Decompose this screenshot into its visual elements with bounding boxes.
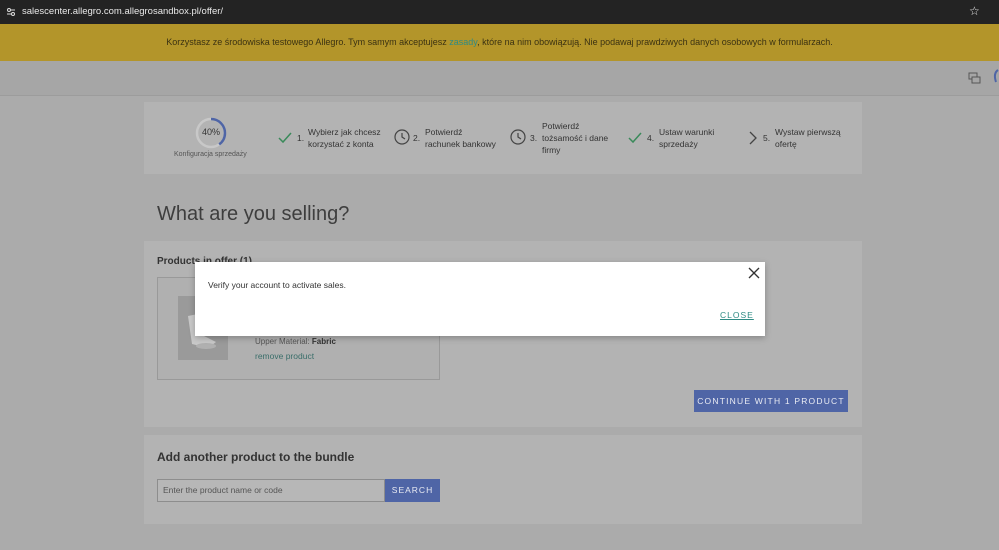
- step-4-number: 4.: [647, 133, 655, 143]
- modal-message: Verify your account to activate sales.: [208, 280, 346, 290]
- product-attribute: Upper Material: Fabric: [255, 337, 336, 346]
- search-button[interactable]: SEARCH: [385, 479, 440, 502]
- remove-product-link[interactable]: remove product: [255, 351, 314, 361]
- check-icon: [628, 132, 642, 144]
- step-4-line2: sprzedaży: [659, 139, 698, 149]
- step-3-line3: firmy: [542, 145, 561, 155]
- step-2-number: 2.: [413, 133, 421, 143]
- step-5-line1: Wystaw pierwszą: [775, 127, 841, 137]
- browser-address-bar[interactable]: salescenter.allegro.com.allegrosandbox.p…: [0, 0, 999, 24]
- hand-cursor-icon: [993, 69, 999, 83]
- page-title: What are you selling?: [157, 203, 350, 225]
- product-search-input[interactable]: Enter the product name or code: [157, 479, 385, 502]
- step-4-label[interactable]: Ustaw warunki sprzedaży: [659, 126, 714, 150]
- step-2-label[interactable]: Potwierdź rachunek bankowy: [425, 126, 496, 150]
- banner-text-after: , które na nim obowiązują. Nie podawaj p…: [477, 37, 833, 47]
- step-5-number: 5.: [763, 133, 771, 143]
- step-5-line2: ofertę: [775, 139, 797, 149]
- step-2-line2: rachunek bankowy: [425, 139, 496, 149]
- step-1-line1: Wybierz jak chcesz: [308, 127, 381, 137]
- step-3-label[interactable]: Potwierdź tożsamość i dane firmy: [542, 120, 608, 156]
- site-settings-icon[interactable]: [6, 7, 16, 17]
- modal-close-button[interactable]: CLOSE: [720, 310, 754, 320]
- step-4-line1: Ustaw warunki: [659, 127, 715, 137]
- test-environment-banner: Korzystasz ze środowiska testowego Alleg…: [0, 24, 999, 61]
- chevron-right-icon: [749, 131, 757, 145]
- check-icon: [278, 132, 292, 144]
- progress-caption: Konfiguracja sprzedaży: [174, 151, 247, 158]
- step-2-line1: Potwierdź: [425, 127, 463, 137]
- progress-percent: 40%: [201, 127, 220, 137]
- step-5-label[interactable]: Wystaw pierwszą ofertę: [775, 126, 841, 150]
- attribute-value: Fabric: [311, 337, 336, 346]
- clock-icon: [510, 129, 526, 145]
- verify-account-modal: [195, 262, 765, 336]
- close-icon[interactable]: [747, 266, 761, 280]
- attribute-label: Upper Material:: [255, 337, 312, 346]
- url-text[interactable]: salescenter.allegro.com.allegrosandbox.p…: [22, 6, 223, 17]
- step-3-line1: Potwierdź: [542, 121, 580, 131]
- step-1-number: 1.: [297, 133, 305, 143]
- step-1-label[interactable]: Wybierz jak chcesz korzystać z konta: [308, 126, 381, 150]
- star-icon[interactable]: ☆: [969, 4, 980, 18]
- banner-text-before: Korzystasz ze środowiska testowego Alleg…: [166, 37, 450, 47]
- app-header: [0, 61, 999, 96]
- step-3-line2: tożsamość i dane: [542, 133, 609, 143]
- chat-icon[interactable]: [968, 72, 981, 85]
- clock-icon: [394, 129, 410, 145]
- step-1-line2: korzystać z konta: [308, 139, 374, 149]
- step-3-number: 3.: [530, 133, 538, 143]
- continue-button[interactable]: CONTINUE WITH 1 PRODUCT: [694, 390, 848, 412]
- banner-rules-link[interactable]: zasady: [449, 37, 477, 47]
- add-product-title: Add another product to the bundle: [157, 450, 355, 464]
